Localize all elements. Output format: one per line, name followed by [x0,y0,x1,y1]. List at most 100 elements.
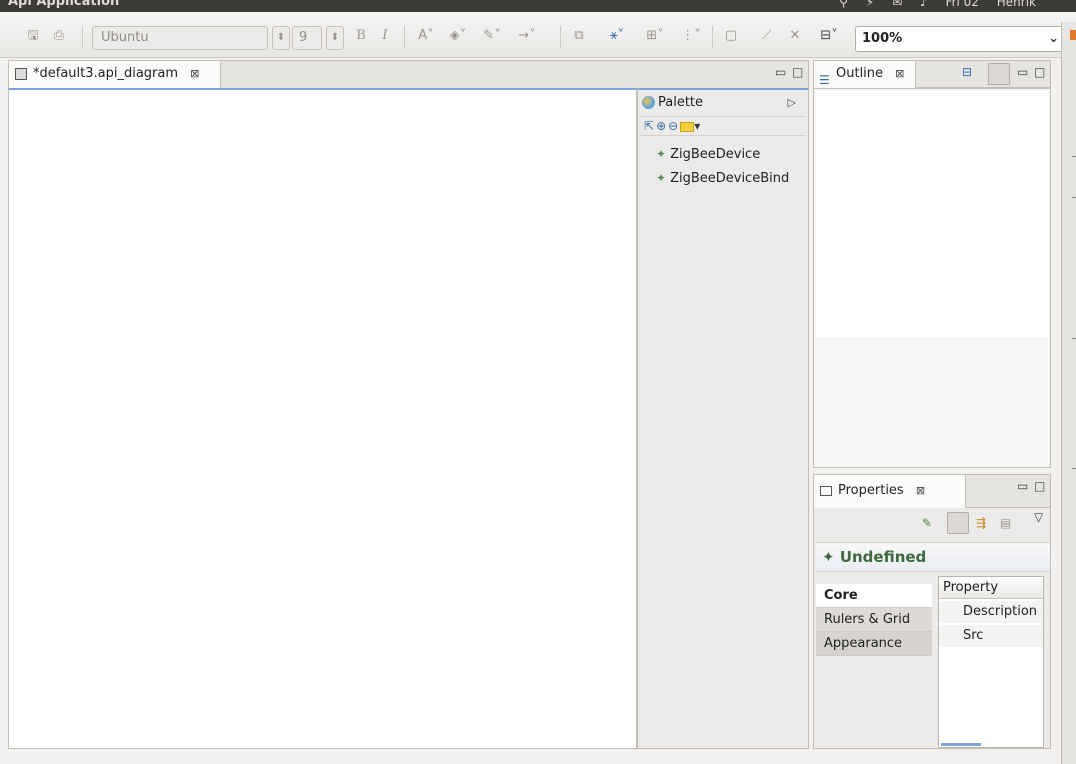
diamond-icon: ✦ [822,548,835,566]
properties-view: ✎ ⇶ ▤ ▽ ✦ Undefined Core Rulers & Grid A… [813,508,1051,749]
font-color-icon[interactable]: A˅ [412,24,440,48]
auto-size-icon[interactable]: ▢ [720,24,742,48]
edge-tick [1072,468,1076,469]
zoom-value: 100% [862,31,903,46]
diagram-canvas[interactable] [8,88,637,749]
arrange-all-icon[interactable]: ⚹˅ [600,24,634,48]
tab-core[interactable]: Core [816,584,932,608]
save-icon[interactable]: 🖫 [22,24,44,48]
edge-tick [1072,338,1076,339]
minimize-icon[interactable]: ▭ [1017,65,1028,79]
fill-color-icon[interactable]: ◈˅ [444,24,472,48]
palette-tools: ⇱⊕⊖ ▾ [640,116,806,136]
properties-tab-bar: Properties ⊠ ▭ □ [813,474,1051,508]
tray-user[interactable]: Henrik [997,0,1036,9]
maximize-icon[interactable]: □ [792,65,803,79]
editor-tab-title: *default3.api_diagram [33,66,179,81]
horizontal-scrollbar[interactable] [941,743,981,746]
palette-header[interactable]: Palette ▷ [638,92,808,114]
pin-icon[interactable]: ✎ [922,516,932,530]
font-family-stepper[interactable]: ⬍ [272,26,290,50]
show-advanced-icon[interactable]: ⇶ [976,516,986,530]
right-edge-strip [1061,22,1076,764]
selection-title: Undefined [839,548,927,566]
minimize-icon[interactable]: ▭ [1017,479,1028,493]
tray-item[interactable]: ♪ [920,0,928,9]
view-menu-icon[interactable]: ▽ [1034,510,1043,524]
system-tray: ⚲ ⚡ ✉ ♪ Fri 02 Henrik [825,0,1036,9]
outline-tab[interactable]: ☰ Outline ⊠ [814,61,916,88]
property-table: Property Description Src [938,576,1044,748]
select-tool-icon[interactable]: ⇱ [644,119,656,133]
chevron-down-icon[interactable]: ⌄ [1048,27,1059,51]
main-toolbar: 🖫 ⎙ Ubuntu ⬍ 9 ⬍ B I A˅ ◈˅ ✎˅ →˅ ⧉ ⚹˅ ⊞˅… [0,12,1076,58]
edge-tick [1072,156,1076,157]
maximize-icon[interactable]: □ [1034,479,1045,493]
zoom-select[interactable]: 100% ⌄ [855,26,1066,52]
palette-icon [642,96,655,109]
outline-tab-bar: ☰ Outline ⊠ ⊟ ▭ □ [813,60,1051,88]
zoom-in-icon[interactable]: ⊕ [656,119,668,133]
editor-tab[interactable]: *default3.api_diagram ⊠ [9,61,221,89]
bold-button[interactable]: B [352,24,370,48]
copy-appearance-icon[interactable]: ⧉ [568,24,590,48]
selection-title-bar: ✦ Undefined [816,542,1050,572]
tray-item[interactable]: ⚡ [866,0,874,9]
minimize-icon[interactable]: ▭ [775,65,786,79]
palette-item-label: ZigBeeDevice [670,147,761,162]
table-row[interactable]: Description [939,601,1043,623]
toolbar-separator [404,26,405,48]
palette-title: Palette [658,95,704,110]
editor-tab-bar: *default3.api_diagram ⊠ ▭ □ [8,60,809,89]
palette-item-zigbeedevicebind[interactable]: ✦ ZigBeeDeviceBind [656,168,789,188]
tab-appearance[interactable]: Appearance [816,632,932,656]
palette-item-label: ZigBeeDeviceBind [670,171,790,186]
italic-button[interactable]: I [376,24,394,48]
restore-default-icon[interactable]: ▤ [1000,516,1011,530]
show-categories-icon[interactable] [947,512,969,534]
palette-item-zigbeedevice[interactable]: ✦ ZigBeeDevice [656,144,760,164]
line-style-icon[interactable]: →˅ [512,24,542,48]
tree-layout-icon[interactable]: ⋮˅ [676,24,706,48]
collapse-arrow-icon[interactable]: ▷ [788,92,796,114]
tab-rulers-grid[interactable]: Rulers & Grid [816,608,932,632]
outline-content [816,91,1048,337]
tray-item[interactable]: ⚲ [839,0,848,9]
note-tool-icon[interactable] [680,121,695,132]
font-family-select[interactable]: Ubuntu [92,26,268,50]
zoom-out-icon[interactable]: ⊖ [668,119,680,133]
show-tree-icon[interactable]: ⊟ [962,65,972,79]
close-icon[interactable]: ⊠ [895,67,904,80]
palette-panel: Palette ▷ ⇱⊕⊖ ▾ ✦ ZigBeeDevice ✦ ZigBeeDevi… [637,88,809,749]
properties-tab[interactable]: Properties ⊠ [814,475,966,508]
diamond-icon: ✦ [656,171,667,185]
edge-tick [1072,197,1076,198]
properties-icon [820,486,832,496]
close-icon[interactable]: ⊠ [190,67,199,80]
window-title: Api Application [8,0,120,9]
maximize-icon[interactable]: □ [1034,65,1045,79]
tray-item[interactable]: ✉ [892,0,902,9]
view-options-icon[interactable]: ⊟˅ [812,24,846,48]
marker-icon [1070,30,1076,40]
properties-title: Properties [838,483,904,498]
tray-clock[interactable]: Fri 02 [946,0,979,9]
delete-from-model-icon[interactable]: ✕ [784,24,806,48]
chevron-down-icon[interactable]: ▾ [694,119,702,133]
window-title-bar: Api Application ⚲ ⚡ ✉ ♪ Fri 02 Henrik [0,0,1076,12]
property-column-header[interactable]: Property [939,577,1043,599]
align-icon[interactable]: ⊞˅ [640,24,670,48]
outline-view[interactable] [813,88,1051,468]
toolbar-separator [712,26,713,48]
font-size-stepper[interactable]: ⬍ [326,26,344,50]
table-row[interactable]: Src [939,625,1043,647]
router-icon[interactable]: ⟋ [756,24,778,48]
close-icon[interactable]: ⊠ [916,484,925,497]
font-size-select[interactable]: 9 [292,26,322,50]
diamond-icon: ✦ [656,147,667,161]
show-overview-icon[interactable] [988,63,1010,85]
print-icon[interactable]: ⎙ [48,24,70,48]
line-color-icon[interactable]: ✎˅ [478,24,506,48]
toolbar-separator [560,26,561,48]
toolbar-separator [82,26,83,48]
